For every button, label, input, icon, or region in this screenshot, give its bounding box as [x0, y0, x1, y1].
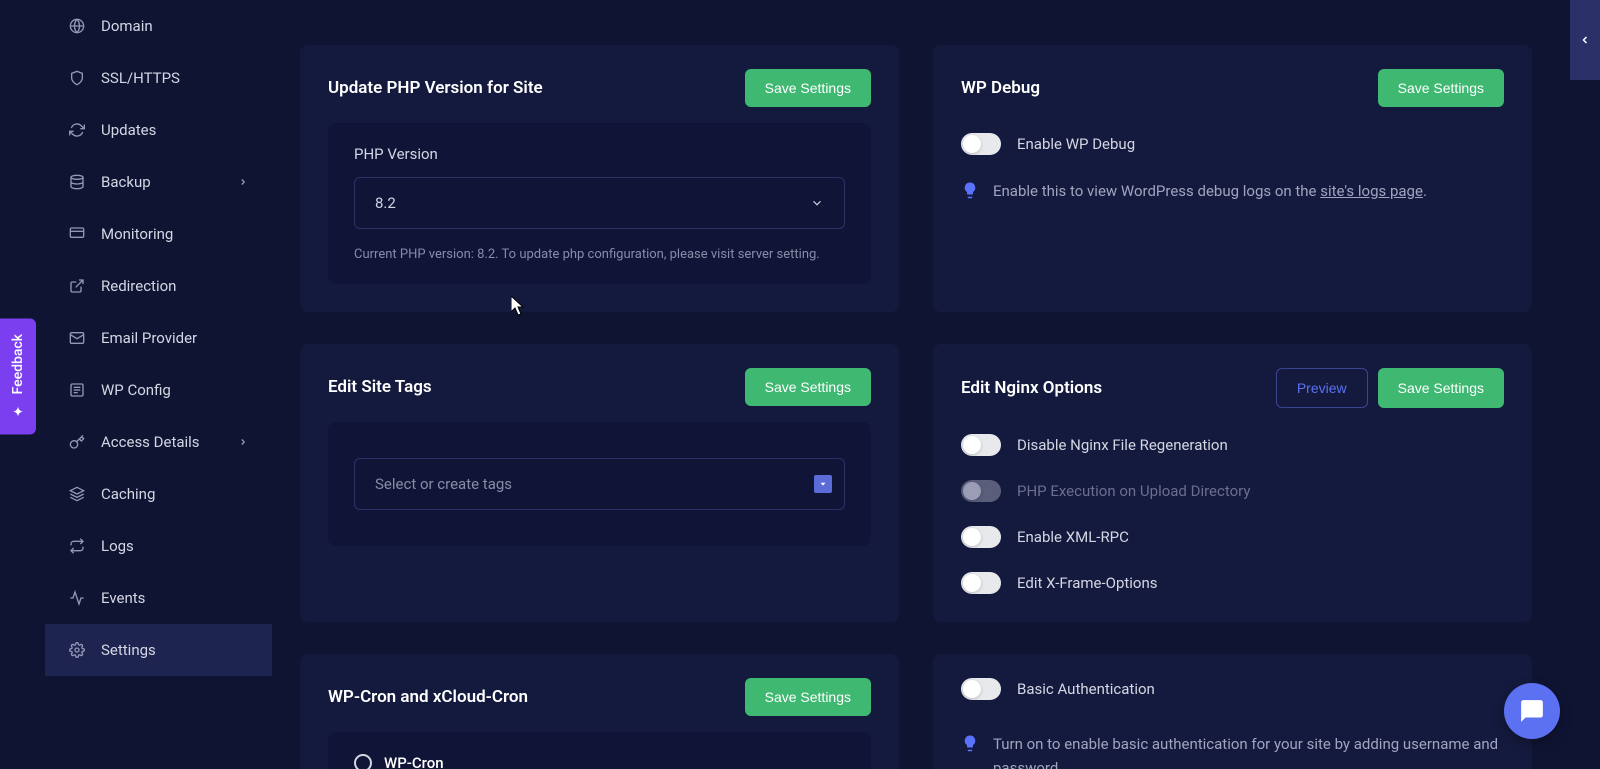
- nginx-options-card: Edit Nginx Options Preview Save Settings…: [933, 344, 1532, 622]
- feedback-tab[interactable]: ✦ Feedback: [0, 318, 36, 434]
- feedback-label: Feedback: [10, 334, 26, 394]
- sidebar-item-backup[interactable]: Backup: [45, 156, 272, 208]
- xframe-toggle[interactable]: [961, 572, 1001, 594]
- sidebar-item-label: Events: [101, 589, 145, 607]
- sidebar-item-domain[interactable]: Domain: [45, 0, 272, 52]
- toggle-label: Disable Nginx File Regeneration: [1017, 436, 1228, 454]
- chat-icon: [1519, 698, 1545, 724]
- lightbulb-icon: [961, 181, 979, 199]
- sidebar-item-label: Caching: [101, 485, 155, 503]
- chevron-down-icon: [814, 475, 832, 493]
- sidebar-item-monitoring[interactable]: Monitoring: [45, 208, 272, 260]
- save-button[interactable]: Save Settings: [1378, 69, 1504, 107]
- sidebar-item-updates[interactable]: Updates: [45, 104, 272, 156]
- sidebar-item-redirection[interactable]: Redirection: [45, 260, 272, 312]
- shield-icon: [69, 70, 85, 86]
- wpcron-card: WP-Cron and xCloud-Cron Save Settings WP…: [300, 654, 899, 769]
- main-content: Update PHP Version for Site Save Setting…: [272, 0, 1600, 769]
- select-placeholder: Select or create tags: [375, 475, 512, 493]
- sparkle-icon: ✦: [10, 402, 26, 418]
- site-tags-card: Edit Site Tags Save Settings Select or c…: [300, 344, 899, 622]
- sidebar-item-events[interactable]: Events: [45, 572, 272, 624]
- basic-auth-card: Basic Authentication Turn on to enable b…: [933, 654, 1532, 769]
- toggle-label: Enable WP Debug: [1017, 135, 1135, 153]
- save-button[interactable]: Save Settings: [745, 678, 871, 716]
- mail-icon: [69, 330, 85, 346]
- xmlrpc-toggle[interactable]: [961, 526, 1001, 548]
- sidebar-item-wpconfig[interactable]: WP Config: [45, 364, 272, 416]
- collapse-panel-button[interactable]: [1570, 0, 1600, 80]
- chevron-right-icon: [238, 437, 248, 447]
- activity-icon: [69, 590, 85, 606]
- card-title: WP-Cron and xCloud-Cron: [328, 687, 528, 707]
- sidebar-item-label: Email Provider: [101, 329, 197, 347]
- radio-label: WP-Cron: [384, 754, 444, 769]
- logs-page-link[interactable]: site's logs page: [1320, 182, 1423, 200]
- card-title: Edit Nginx Options: [961, 378, 1102, 398]
- nginx-regen-toggle[interactable]: [961, 434, 1001, 456]
- sidebar-item-label: Domain: [101, 17, 153, 35]
- toggle-label: Edit X-Frame-Options: [1017, 574, 1158, 592]
- sidebar-item-label: Settings: [101, 641, 156, 659]
- globe-icon: [69, 18, 85, 34]
- sidebar-item-label: Access Details: [101, 433, 200, 451]
- sidebar-item-ssl[interactable]: SSL/HTTPS: [45, 52, 272, 104]
- sidebar-item-email[interactable]: Email Provider: [45, 312, 272, 364]
- tags-select[interactable]: Select or create tags: [354, 458, 845, 510]
- toggle-label: Basic Authentication: [1017, 680, 1155, 698]
- enable-wp-debug-toggle[interactable]: [961, 133, 1001, 155]
- sidebar: Domain SSL/HTTPS Updates Backup Monitori…: [0, 0, 272, 769]
- toggle-label: PHP Execution on Upload Directory: [1017, 482, 1250, 500]
- sidebar-item-caching[interactable]: Caching: [45, 468, 272, 520]
- preview-button[interactable]: Preview: [1276, 368, 1368, 408]
- sidebar-item-settings[interactable]: Settings: [45, 624, 272, 676]
- sidebar-item-label: Logs: [101, 537, 134, 555]
- sidebar-item-label: Redirection: [101, 277, 176, 295]
- sidebar-item-label: Backup: [101, 173, 151, 191]
- sidebar-item-label: Monitoring: [101, 225, 173, 243]
- toggle-label: Enable XML-RPC: [1017, 528, 1129, 546]
- chevron-left-icon: [1579, 34, 1591, 46]
- save-button[interactable]: Save Settings: [745, 368, 871, 406]
- layers-icon: [69, 486, 85, 502]
- field-label: PHP Version: [354, 145, 845, 163]
- key-icon: [69, 434, 85, 450]
- wp-debug-card: WP Debug Save Settings Enable WP Debug E…: [933, 45, 1532, 312]
- card-title: WP Debug: [961, 78, 1040, 98]
- lightbulb-icon: [961, 734, 979, 752]
- save-button[interactable]: Save Settings: [745, 69, 871, 107]
- chat-button[interactable]: [1504, 683, 1560, 739]
- save-button[interactable]: Save Settings: [1378, 368, 1504, 408]
- wpcron-radio[interactable]: [354, 754, 372, 769]
- refresh-icon: [69, 122, 85, 138]
- sidebar-item-label: WP Config: [101, 381, 171, 399]
- info-text: Enable this to view WordPress debug logs…: [993, 179, 1427, 203]
- select-value: 8.2: [375, 194, 396, 212]
- arrows-icon: [69, 538, 85, 554]
- sidebar-item-logs[interactable]: Logs: [45, 520, 272, 572]
- php-version-select[interactable]: 8.2: [354, 177, 845, 229]
- sliders-icon: [69, 382, 85, 398]
- sidebar-item-label: SSL/HTTPS: [101, 69, 180, 87]
- basic-auth-toggle[interactable]: [961, 678, 1001, 700]
- database-icon: [69, 174, 85, 190]
- sidebar-item-label: Updates: [101, 121, 156, 139]
- chevron-right-icon: [238, 177, 248, 187]
- sidebar-item-access[interactable]: Access Details: [45, 416, 272, 468]
- help-text: Current PHP version: 8.2. To update php …: [354, 247, 845, 262]
- external-link-icon: [69, 278, 85, 294]
- gear-icon: [69, 642, 85, 658]
- card-title: Update PHP Version for Site: [328, 78, 543, 98]
- info-text: Turn on to enable basic authentication f…: [993, 732, 1504, 769]
- chevron-down-icon: [810, 196, 824, 210]
- php-version-card: Update PHP Version for Site Save Setting…: [300, 45, 899, 312]
- php-exec-toggle: [961, 480, 1001, 502]
- card-title: Edit Site Tags: [328, 377, 432, 397]
- monitor-icon: [69, 226, 85, 242]
